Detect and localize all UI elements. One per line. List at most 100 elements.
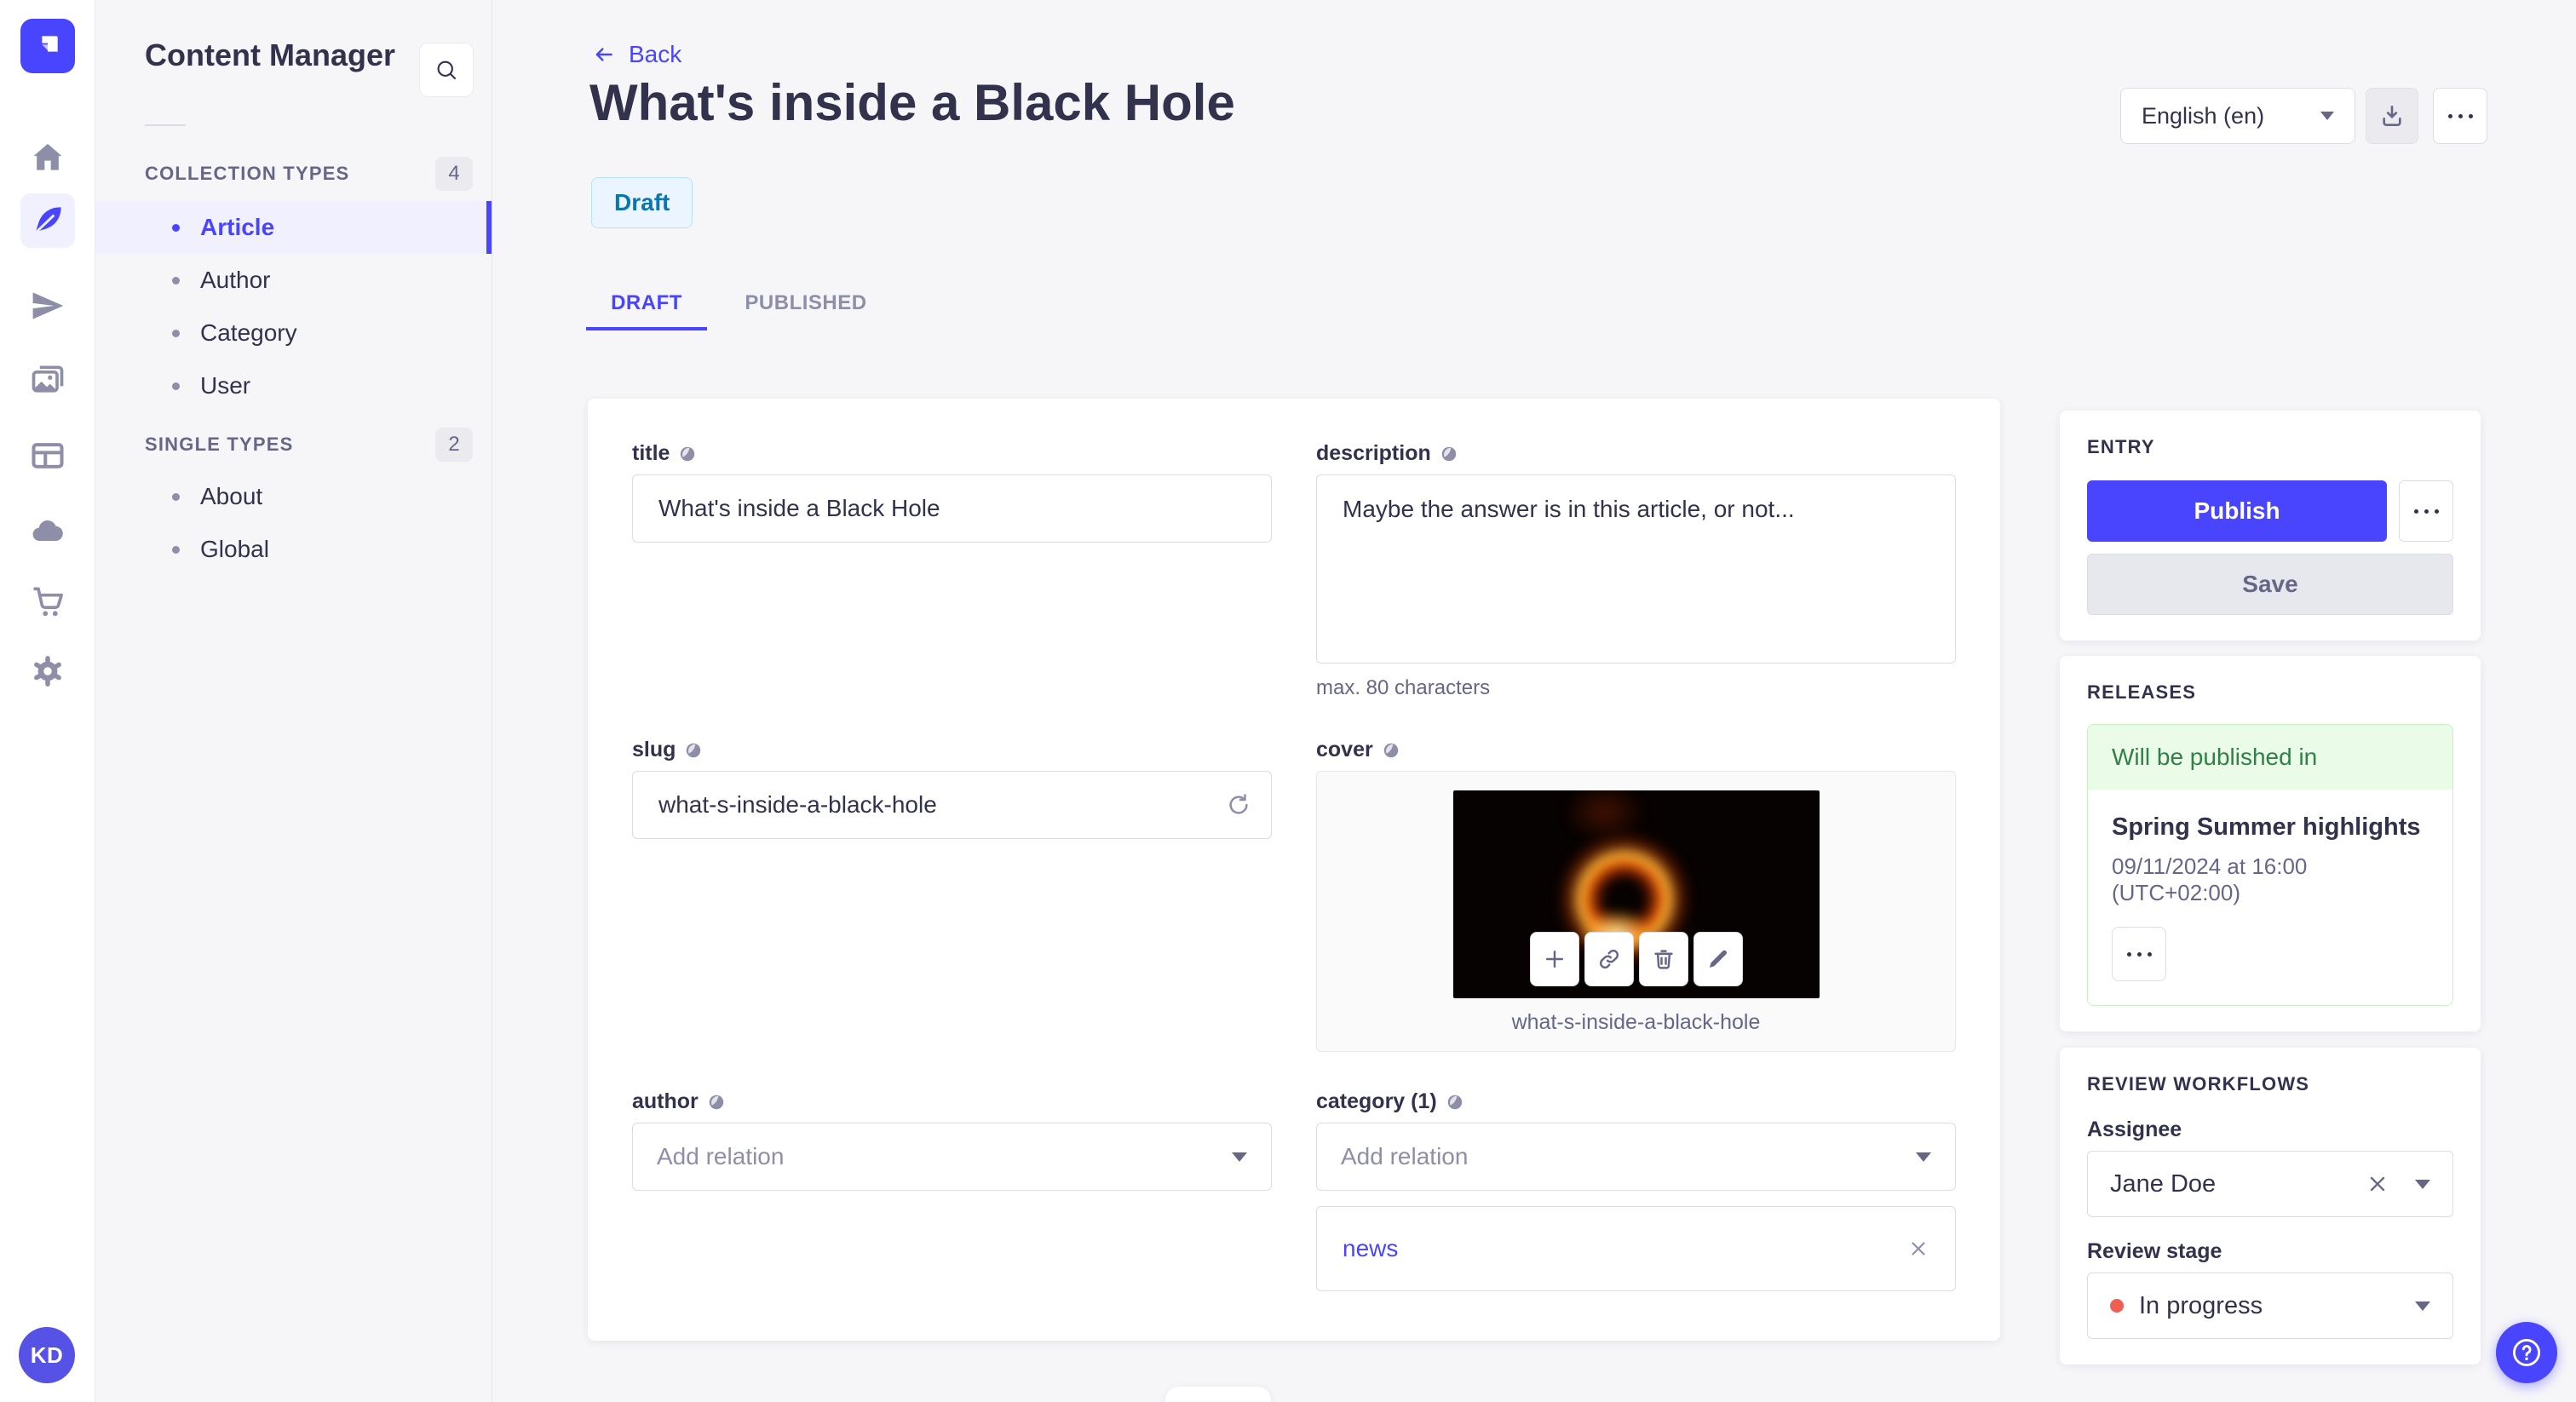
author-relation-select[interactable]: Add relation (632, 1123, 1272, 1191)
download-icon (2383, 106, 2401, 126)
paper-plane-icon[interactable] (20, 279, 75, 333)
category-relation-select[interactable]: Add relation (1316, 1123, 1956, 1191)
release-more-button[interactable] (2112, 927, 2166, 981)
next-section-edge (1165, 1387, 1271, 1402)
cover-toolbar (1529, 932, 1743, 986)
release-title: Spring Summer highlights (2112, 813, 2421, 841)
field-label: author (632, 1089, 699, 1113)
user-avatar[interactable]: KD (19, 1327, 75, 1383)
divider (145, 124, 186, 126)
feather-icon[interactable] (20, 193, 75, 248)
add-asset-button[interactable] (1529, 932, 1579, 986)
strapi-mark-icon (42, 36, 58, 52)
save-button[interactable]: Save (2087, 554, 2453, 615)
review-workflows-panel: REVIEW WORKFLOWS Assignee Jane Doe Revie… (2060, 1048, 2481, 1365)
select-placeholder: Add relation (1341, 1143, 1469, 1169)
sidebar-item-label: Author (200, 267, 271, 293)
i18n-globe-icon (1441, 446, 1456, 461)
gear-icon[interactable] (20, 644, 75, 698)
single-types-list: About Global (95, 470, 492, 576)
back-label: Back (629, 41, 682, 67)
i18n-globe-icon (687, 743, 701, 757)
question-mark-icon (2513, 1339, 2540, 1366)
sidebar-item-label: User (200, 372, 251, 399)
bullet-icon (172, 382, 180, 390)
trash-icon (1653, 950, 1673, 969)
field-slug: slug (632, 738, 1272, 1052)
sidebar-item-about[interactable]: About (95, 470, 492, 523)
strapi-logo[interactable] (20, 19, 75, 73)
help-button[interactable] (2496, 1322, 2557, 1383)
plus-icon (1545, 951, 1563, 968)
edit-asset-button[interactable] (1693, 932, 1743, 986)
description-textarea[interactable]: Maybe the answer is in this article, or … (1316, 474, 1956, 664)
ellipsis-icon (2413, 509, 2439, 514)
link-icon (1599, 949, 1619, 969)
locale-select[interactable]: English (en) (2120, 88, 2355, 144)
assignee-label: Assignee (2087, 1118, 2182, 1141)
back-link[interactable]: Back (591, 41, 681, 68)
entry-panel: ENTRY Publish Save (2060, 411, 2481, 641)
field-title: title (632, 441, 1272, 700)
cloud-icon[interactable] (20, 504, 75, 559)
ellipsis-icon (2126, 951, 2152, 957)
copy-link-button[interactable] (1584, 932, 1634, 986)
cover-caption: what-s-inside-a-black-hole (1511, 1010, 1761, 1034)
slug-input[interactable] (632, 771, 1272, 839)
page-title: What's inside a Black Hole (589, 74, 1235, 131)
release-card: Will be published in Spring Summer highl… (2087, 724, 2453, 1006)
sidebar-item-user[interactable]: User (95, 359, 492, 412)
section-label: COLLECTION TYPES (145, 163, 350, 184)
delete-asset-button[interactable] (1638, 932, 1688, 986)
sidebar-item-author[interactable]: Author (95, 254, 492, 307)
tab-draft[interactable]: DRAFT (586, 278, 707, 330)
field-cover: cover what-s-inside-a-black-hole (1316, 738, 1956, 1052)
layout-icon[interactable] (20, 428, 75, 483)
release-status: Will be published in (2088, 725, 2452, 790)
field-label: slug (632, 738, 676, 761)
sidebar-item-global[interactable]: Global (95, 523, 492, 576)
field-category: category (1) Add relation news (1316, 1089, 1956, 1291)
regenerate-slug-icon[interactable] (1226, 792, 1251, 818)
relation-link[interactable]: news (1343, 1235, 1398, 1262)
cart-icon[interactable] (20, 574, 75, 629)
download-button[interactable] (2366, 88, 2418, 144)
field-label: cover (1316, 738, 1373, 761)
locale-value: English (en) (2142, 102, 2265, 129)
review-stage-label: Review stage (2087, 1239, 2222, 1263)
stage-value: In progress (2139, 1291, 2263, 1319)
entry-more-button[interactable] (2399, 480, 2453, 542)
stage-status-dot (2110, 1299, 2124, 1313)
single-types-header: SINGLE TYPES 2 (145, 426, 473, 463)
chevron-down-icon (2415, 1179, 2430, 1189)
assignee-select[interactable]: Jane Doe (2087, 1151, 2453, 1217)
i18n-globe-icon (1383, 743, 1398, 757)
i18n-globe-icon (681, 446, 695, 461)
sidebar-item-category[interactable]: Category (95, 307, 492, 359)
field-label: title (632, 441, 670, 465)
publish-button[interactable]: Publish (2087, 480, 2387, 542)
sidebar-item-article[interactable]: Article (95, 201, 492, 254)
tab-published[interactable]: PUBLISHED (729, 278, 883, 329)
back-arrow-icon (595, 48, 612, 61)
content-manager-subnav: Content Manager COLLECTION TYPES 4 Artic… (95, 0, 492, 1402)
nav-rail: KD (0, 0, 95, 1402)
home-icon[interactable] (20, 130, 75, 185)
clear-assignee-icon[interactable] (2366, 1172, 2389, 1196)
bullet-icon (172, 329, 180, 337)
field-author: author Add relation (632, 1089, 1272, 1291)
media-library-icon[interactable] (20, 353, 75, 407)
select-placeholder: Add relation (657, 1143, 785, 1169)
field-label: category (1) (1316, 1089, 1437, 1113)
field-description: description Maybe the answer is in this … (1316, 441, 1956, 700)
search-button[interactable] (419, 43, 474, 97)
title-input[interactable] (632, 474, 1272, 543)
chevron-down-icon (2415, 1301, 2430, 1311)
sidebar-item-label: Global (200, 536, 269, 562)
review-stage-select[interactable]: In progress (2087, 1273, 2453, 1339)
assignee-value: Jane Doe (2110, 1169, 2217, 1198)
release-date: 09/11/2024 at 16:00 (UTC+02:00) (2112, 853, 2308, 905)
description-helper-text: max. 80 characters (1316, 676, 1491, 699)
remove-relation-icon[interactable] (1907, 1238, 1929, 1260)
more-options-button[interactable] (2433, 88, 2487, 144)
